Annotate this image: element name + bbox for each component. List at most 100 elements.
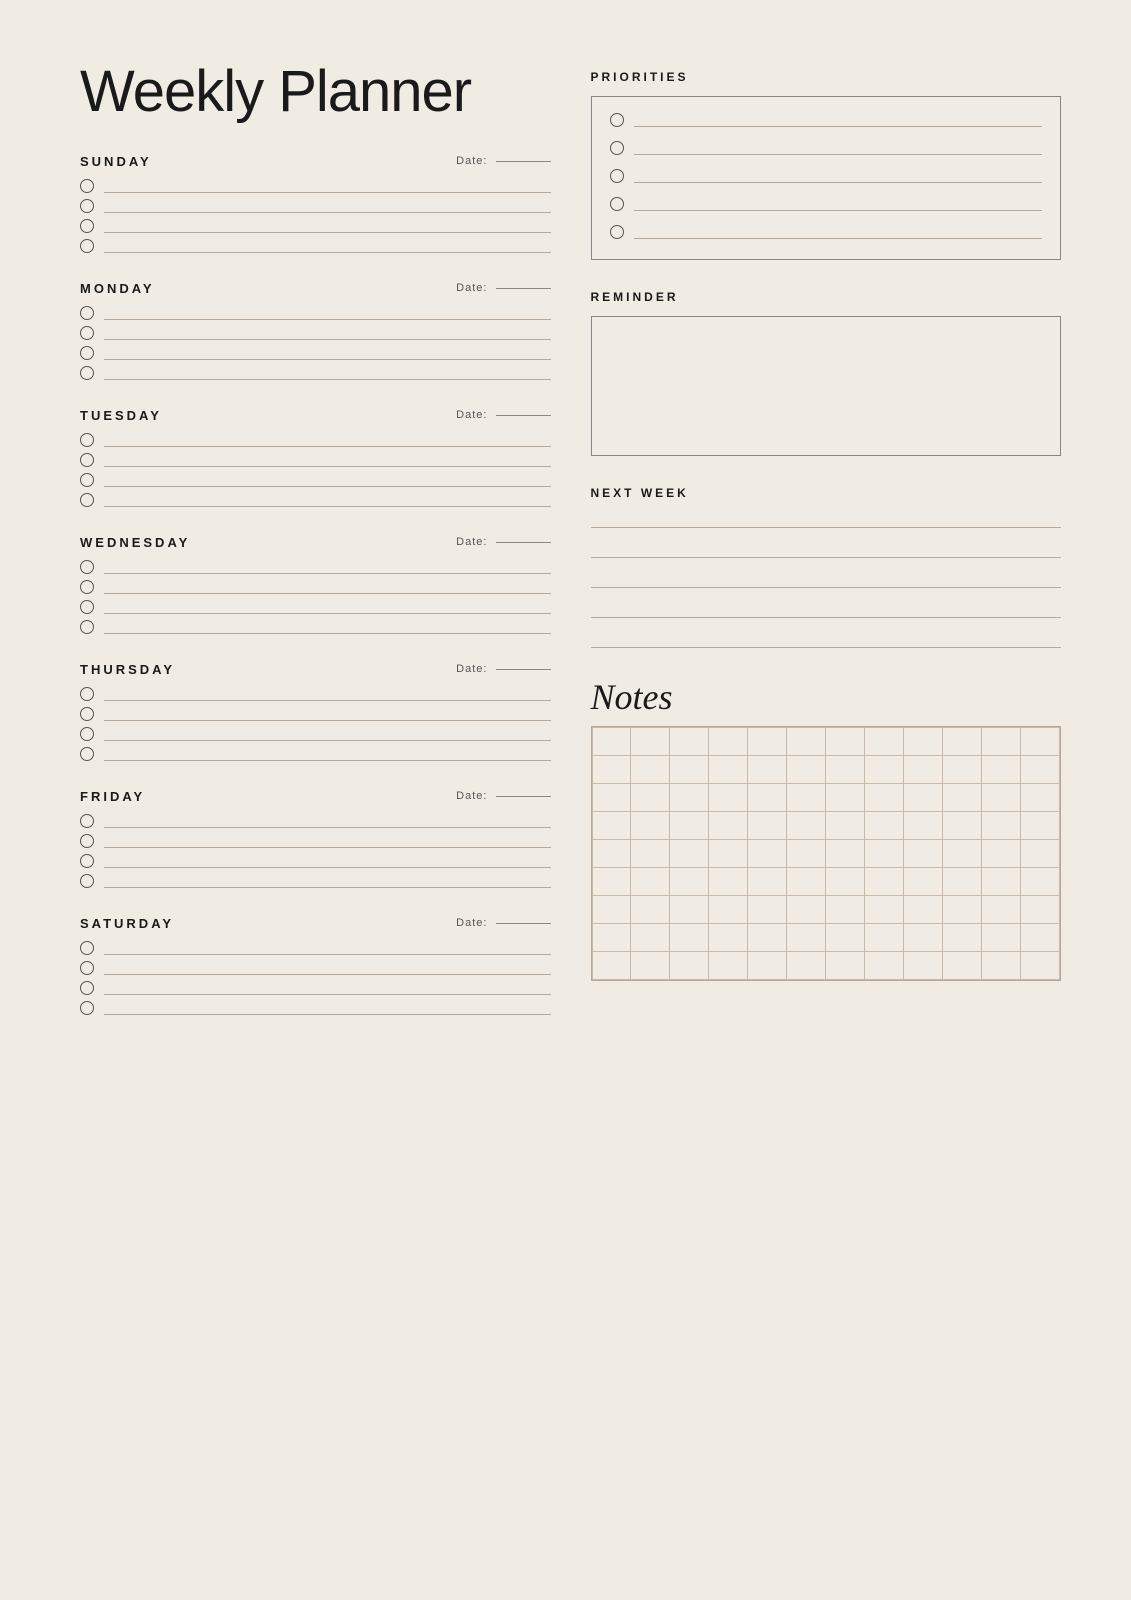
- task-item[interactable]: [80, 366, 551, 380]
- task-checkbox[interactable]: [80, 199, 94, 213]
- notes-cell[interactable]: [592, 952, 631, 980]
- task-item[interactable]: [80, 961, 551, 975]
- notes-cell[interactable]: [904, 924, 943, 952]
- notes-cell[interactable]: [670, 868, 709, 896]
- task-checkbox[interactable]: [80, 620, 94, 634]
- notes-cell[interactable]: [592, 840, 631, 868]
- task-item[interactable]: [80, 941, 551, 955]
- task-item[interactable]: [80, 493, 551, 507]
- notes-cell[interactable]: [631, 784, 670, 812]
- notes-cell[interactable]: [826, 868, 865, 896]
- notes-cell[interactable]: [787, 840, 826, 868]
- notes-cell[interactable]: [709, 728, 748, 756]
- priority-item[interactable]: [610, 197, 1043, 211]
- task-checkbox[interactable]: [80, 687, 94, 701]
- notes-cell[interactable]: [1020, 840, 1059, 868]
- notes-cell[interactable]: [748, 812, 787, 840]
- notes-cell[interactable]: [1020, 868, 1059, 896]
- notes-cell[interactable]: [1020, 784, 1059, 812]
- task-checkbox[interactable]: [80, 814, 94, 828]
- priority-checkbox[interactable]: [610, 225, 624, 239]
- priority-item[interactable]: [610, 225, 1043, 239]
- task-checkbox[interactable]: [80, 707, 94, 721]
- task-item[interactable]: [80, 326, 551, 340]
- reminder-box[interactable]: [591, 316, 1062, 456]
- task-checkbox[interactable]: [80, 179, 94, 193]
- task-checkbox[interactable]: [80, 834, 94, 848]
- task-item[interactable]: [80, 687, 551, 701]
- notes-cell[interactable]: [982, 952, 1021, 980]
- notes-cell[interactable]: [670, 896, 709, 924]
- task-item[interactable]: [80, 707, 551, 721]
- notes-cell[interactable]: [982, 840, 1021, 868]
- notes-cell[interactable]: [787, 756, 826, 784]
- notes-cell[interactable]: [826, 756, 865, 784]
- task-item[interactable]: [80, 219, 551, 233]
- notes-cell[interactable]: [787, 896, 826, 924]
- notes-cell[interactable]: [748, 728, 787, 756]
- notes-cell[interactable]: [592, 812, 631, 840]
- notes-cell[interactable]: [592, 924, 631, 952]
- notes-cell[interactable]: [865, 728, 904, 756]
- notes-cell[interactable]: [865, 840, 904, 868]
- task-checkbox[interactable]: [80, 239, 94, 253]
- priority-checkbox[interactable]: [610, 113, 624, 127]
- notes-cell[interactable]: [670, 784, 709, 812]
- notes-cell[interactable]: [670, 840, 709, 868]
- notes-cell[interactable]: [865, 924, 904, 952]
- notes-cell[interactable]: [904, 868, 943, 896]
- notes-cell[interactable]: [592, 756, 631, 784]
- notes-cell[interactable]: [943, 784, 982, 812]
- notes-cell[interactable]: [826, 924, 865, 952]
- notes-cell[interactable]: [1020, 812, 1059, 840]
- notes-cell[interactable]: [787, 952, 826, 980]
- notes-cell[interactable]: [904, 756, 943, 784]
- task-item[interactable]: [80, 854, 551, 868]
- notes-cell[interactable]: [670, 756, 709, 784]
- notes-cell[interactable]: [631, 924, 670, 952]
- notes-cell[interactable]: [670, 728, 709, 756]
- task-checkbox[interactable]: [80, 433, 94, 447]
- task-item[interactable]: [80, 179, 551, 193]
- notes-cell[interactable]: [826, 952, 865, 980]
- notes-cell[interactable]: [709, 812, 748, 840]
- notes-cell[interactable]: [1020, 896, 1059, 924]
- priority-item[interactable]: [610, 113, 1043, 127]
- task-checkbox[interactable]: [80, 453, 94, 467]
- notes-cell[interactable]: [865, 756, 904, 784]
- notes-cell[interactable]: [982, 728, 1021, 756]
- task-item[interactable]: [80, 346, 551, 360]
- notes-cell[interactable]: [904, 896, 943, 924]
- notes-cell[interactable]: [670, 924, 709, 952]
- notes-cell[interactable]: [748, 756, 787, 784]
- task-item[interactable]: [80, 473, 551, 487]
- notes-cell[interactable]: [748, 924, 787, 952]
- notes-cell[interactable]: [1020, 924, 1059, 952]
- task-checkbox[interactable]: [80, 580, 94, 594]
- task-checkbox[interactable]: [80, 1001, 94, 1015]
- notes-cell[interactable]: [943, 952, 982, 980]
- notes-cell[interactable]: [982, 868, 1021, 896]
- priority-checkbox[interactable]: [610, 197, 624, 211]
- task-checkbox[interactable]: [80, 346, 94, 360]
- task-checkbox[interactable]: [80, 219, 94, 233]
- notes-cell[interactable]: [631, 728, 670, 756]
- notes-cell[interactable]: [1020, 756, 1059, 784]
- notes-cell[interactable]: [748, 784, 787, 812]
- task-checkbox[interactable]: [80, 366, 94, 380]
- task-checkbox[interactable]: [80, 326, 94, 340]
- notes-cell[interactable]: [943, 728, 982, 756]
- notes-cell[interactable]: [982, 924, 1021, 952]
- notes-cell[interactable]: [865, 784, 904, 812]
- notes-cell[interactable]: [943, 924, 982, 952]
- notes-cell[interactable]: [670, 812, 709, 840]
- task-checkbox[interactable]: [80, 600, 94, 614]
- task-item[interactable]: [80, 560, 551, 574]
- notes-cell[interactable]: [904, 840, 943, 868]
- notes-cell[interactable]: [943, 868, 982, 896]
- notes-cell[interactable]: [865, 952, 904, 980]
- task-checkbox[interactable]: [80, 874, 94, 888]
- notes-cell[interactable]: [709, 896, 748, 924]
- notes-cell[interactable]: [631, 812, 670, 840]
- task-item[interactable]: [80, 620, 551, 634]
